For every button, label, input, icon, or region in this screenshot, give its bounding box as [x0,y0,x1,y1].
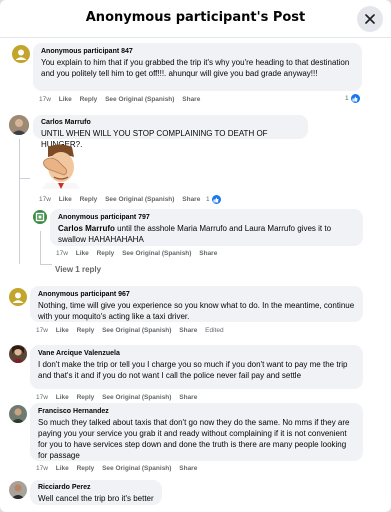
comment-text: I don't make the trip or tell you I char… [38,360,348,380]
comment-author[interactable]: Anonymous participant 847 [41,47,354,57]
see-original-button[interactable]: See Original (Spanish) [102,394,171,401]
post-dialog: Anonymous participant's Post Anonymous p… [0,0,391,512]
reply-button[interactable]: Reply [80,96,98,103]
view-replies-button[interactable]: View 1 reply [55,265,101,274]
comment-actions: 17w Like Reply See Original (Spanish) Sh… [39,96,206,103]
comment-actions: 17w Like Reply See Original (Spanish) Sh… [36,327,230,334]
see-original-button[interactable]: See Original (Spanish) [105,96,174,103]
comment-item: Francisco Hernandez So much they talked … [0,401,391,479]
comment-text: Nothing, time will give you experience s… [38,301,355,321]
anonymous-avatar-icon [35,212,45,222]
like-reaction-icon [211,195,221,204]
comment-bubble: Anonymous participant 797 Carlos Marrufo… [50,209,363,246]
see-original-button[interactable]: See Original (Spanish) [102,465,171,472]
dialog-title: Anonymous participant's Post [85,10,306,25]
reaction-count[interactable]: 1 [206,195,221,204]
comment-time[interactable]: 17w [39,196,51,203]
comment-time[interactable]: 17w [36,394,48,401]
comment-time[interactable]: 17w [39,96,51,103]
comment-author[interactable]: Anonymous participant 967 [38,290,355,300]
see-original-button[interactable]: See Original (Spanish) [105,196,174,203]
reaction-number: 1 [345,95,349,102]
profile-photo-icon [9,481,27,499]
comment-bubble: Anonymous participant 847 You explain to… [33,43,362,91]
avatar[interactable] [9,345,27,363]
comment-time[interactable]: 17w [56,250,68,257]
comment-item: Ricciardo Perez Well cancel the trip bro… [0,479,391,512]
comment-time[interactable]: 17w [36,465,48,472]
profile-photo-icon [9,405,27,423]
comment-bubble: Francisco Hernandez So much they talked … [30,403,363,461]
share-button[interactable]: Share [179,394,197,401]
avatar[interactable] [9,288,27,306]
comment-author[interactable]: Anonymous participant 797 [58,213,355,223]
reply-button[interactable]: Reply [80,196,98,203]
see-original-button[interactable]: See Original (Spanish) [102,327,171,334]
facepalm-sticker[interactable] [36,143,86,189]
reply-button[interactable]: Reply [77,465,95,472]
share-button[interactable]: Share [182,196,200,203]
comment-item: Anonymous participant 967 Nothing, time … [0,284,391,340]
comment-time[interactable]: 17w [36,327,48,334]
avatar[interactable] [12,45,30,63]
like-button[interactable]: Like [59,196,72,203]
share-button[interactable]: Share [179,327,197,334]
comment-author[interactable]: Ricciardo Perez [38,483,154,493]
comment-author[interactable]: Francisco Hernandez [38,407,355,417]
reply-button[interactable]: Reply [77,327,95,334]
comment-bubble: Anonymous participant 967 Nothing, time … [30,286,363,322]
comment-actions: 17w Like Reply See Original (Spanish) Sh… [36,394,203,401]
reaction-count[interactable]: 1 [345,94,360,103]
avatar[interactable] [9,405,27,423]
comment-bubble: Ricciardo Perez Well cancel the trip bro… [30,480,162,505]
like-button[interactable]: Like [56,465,69,472]
like-button[interactable]: Like [76,250,89,257]
comment-item: Carlos Marrufo UNTIL WHEN WILL YOU STOP … [0,113,391,207]
like-button[interactable]: Like [56,327,69,334]
share-button[interactable]: Share [199,250,217,257]
close-icon [365,14,375,24]
comment-item: Vane Arcique Valenzuela I don't make the… [0,343,391,407]
edited-label: Edited [205,327,224,334]
comment-author[interactable]: Carlos Marrufo [41,118,300,128]
close-button[interactable] [357,6,383,32]
anonymous-avatar-icon [15,49,27,60]
avatar[interactable] [33,210,47,224]
like-button[interactable]: Like [56,394,69,401]
share-button[interactable]: Share [182,96,200,103]
mention-link[interactable]: Carlos Marrufo [58,224,115,233]
dialog-header: Anonymous participant's Post [0,0,391,38]
like-button[interactable]: Like [59,96,72,103]
comment-text: So much they talked about taxis that don… [38,418,350,460]
comment-actions: 17w Like Reply See Original (Spanish) Sh… [36,465,203,472]
comment-bubble: Carlos Marrufo UNTIL WHEN WILL YOU STOP … [33,115,308,149]
see-original-button[interactable]: See Original (Spanish) [122,250,191,257]
share-button[interactable]: Share [179,465,197,472]
thread-branch [19,178,30,179]
reply-item: Anonymous participant 797 Carlos Marrufo… [0,207,391,259]
reaction-number: 1 [206,196,210,203]
comment-actions: 17w Like Reply See Original (Spanish) Sh… [56,250,223,257]
comment-text: Carlos Marrufo until the asshole Maria M… [58,223,355,245]
comment-text: Well cancel the trip bro it's better [38,494,154,503]
comment-bubble: Vane Arcique Valenzuela I don't make the… [30,345,363,389]
comments-list: Anonymous participant 847 You explain to… [0,39,391,512]
profile-photo-icon [9,345,27,363]
reply-button[interactable]: Reply [77,394,95,401]
thread-branch [40,264,52,265]
avatar[interactable] [9,115,29,135]
reply-button[interactable]: Reply [97,250,115,257]
profile-photo-icon [9,115,29,135]
comment-item: Anonymous participant 847 You explain to… [0,39,391,109]
anonymous-avatar-icon [12,292,24,303]
avatar[interactable] [9,481,27,499]
comment-author[interactable]: Vane Arcique Valenzuela [38,349,355,359]
comment-text: You explain to him that if you grabbed t… [41,58,350,78]
comment-actions: 17w Like Reply See Original (Spanish) Sh… [39,196,206,203]
like-reaction-icon [350,94,360,103]
